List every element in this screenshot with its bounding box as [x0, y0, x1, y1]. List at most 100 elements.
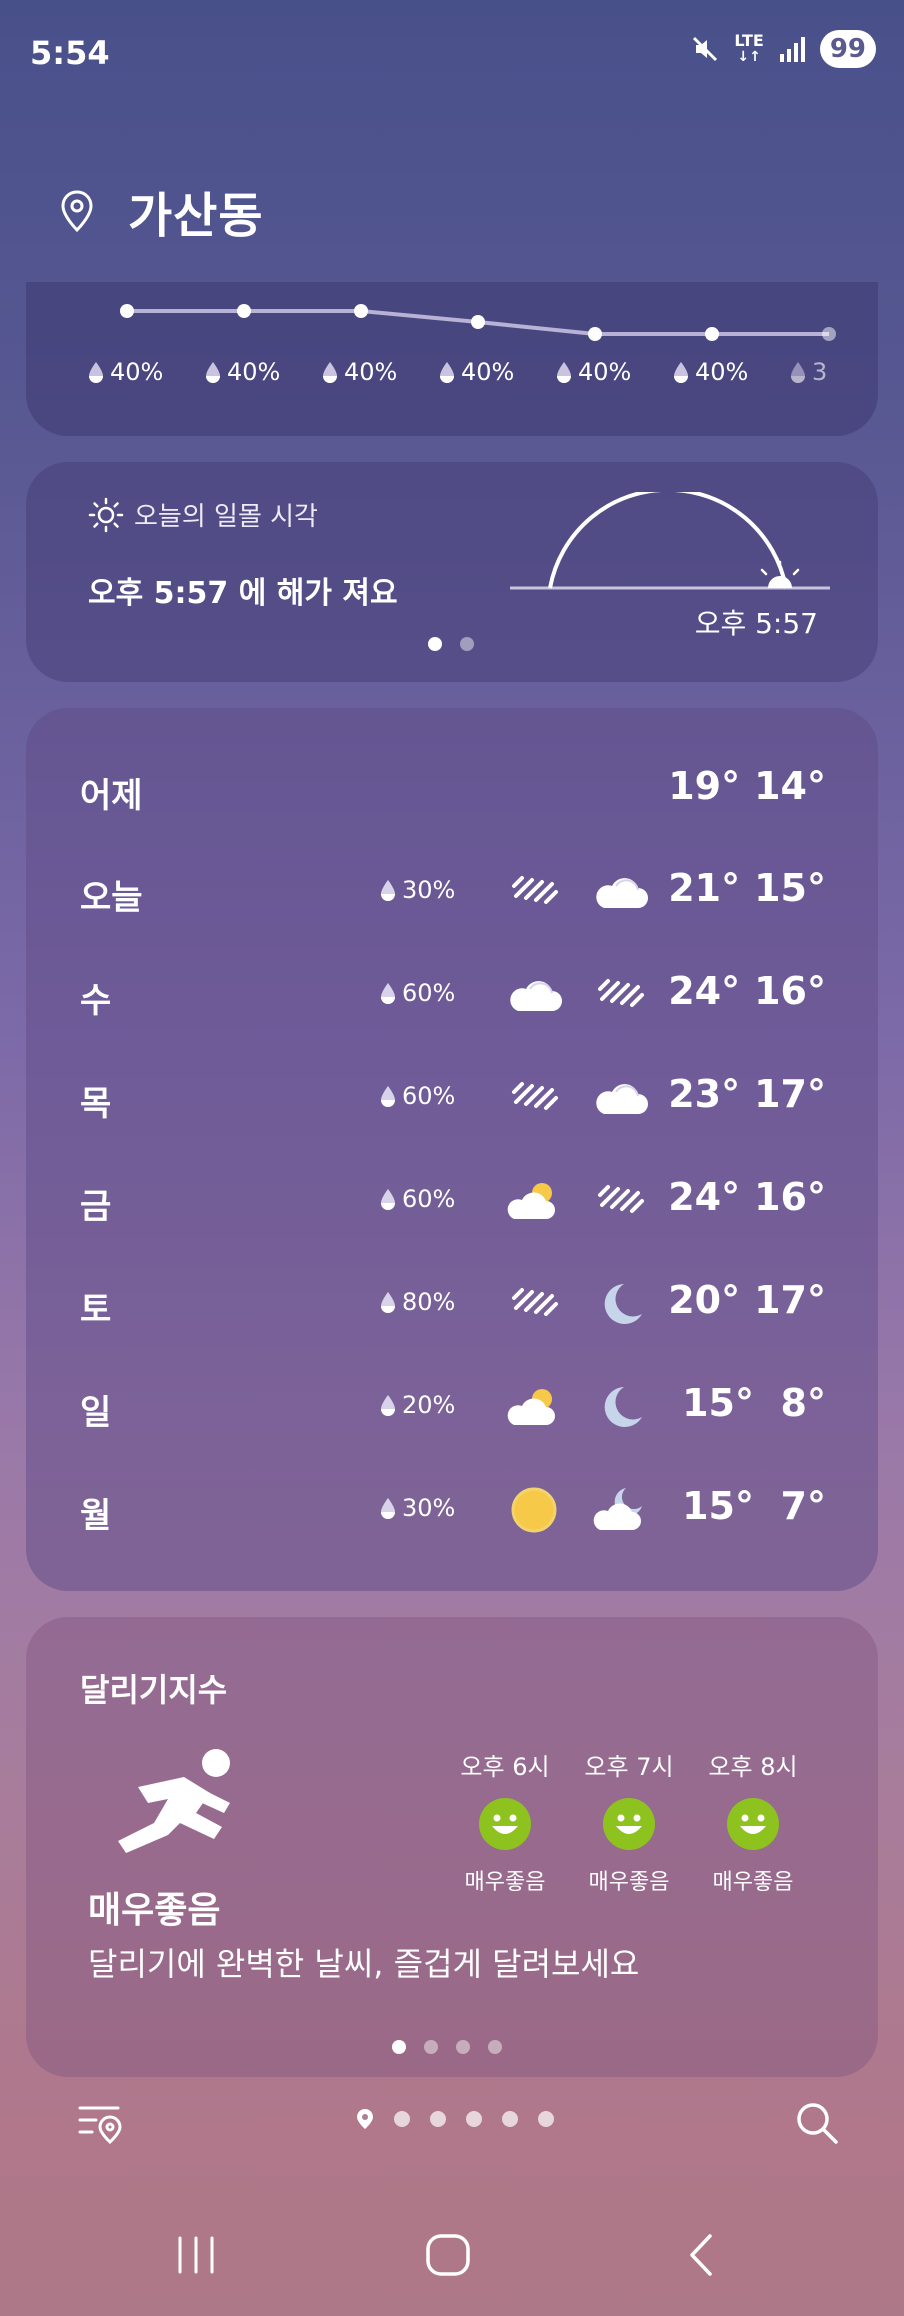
- day-temps: 24° 16°: [668, 1175, 826, 1219]
- drop-icon: [89, 362, 103, 383]
- day-temps: 20° 17°: [668, 1278, 826, 1322]
- drop-icon: [381, 1395, 395, 1416]
- page-dot[interactable]: [466, 2111, 482, 2127]
- sunset-page-indicator[interactable]: [428, 637, 474, 651]
- day-temps: 15° 7°: [682, 1484, 826, 1528]
- page-dot[interactable]: [392, 2040, 406, 2054]
- drop-icon: [381, 1292, 395, 1313]
- day-name: 월: [80, 1496, 112, 1536]
- location-header[interactable]: 가산동: [60, 176, 263, 246]
- rain-icon: [506, 864, 562, 920]
- day-temps: 23° 17°: [668, 1072, 826, 1116]
- moon-icon: [592, 1276, 648, 1332]
- back-icon[interactable]: [684, 2232, 718, 2278]
- page-dot[interactable]: [460, 637, 474, 651]
- temp-high: 15°: [682, 1381, 754, 1425]
- rain-icon: [592, 967, 648, 1023]
- runner-icon: [118, 1749, 230, 1853]
- drop-icon: [557, 362, 571, 383]
- partly-cloudy-icon: [506, 1379, 562, 1435]
- day-temps: 15° 8°: [682, 1381, 826, 1425]
- running-hour-time: 오후 8시: [708, 1753, 798, 1781]
- location-name: 가산동: [128, 188, 264, 244]
- page-dot[interactable]: [428, 637, 442, 651]
- page-dot[interactable]: [538, 2111, 554, 2127]
- page-dot[interactable]: [424, 2040, 438, 2054]
- running-index-card[interactable]: 달리기지수 오후 6시 매우좋음 오후 7시 매우좋음 오후 8시 매우좋음 매…: [26, 1617, 878, 2077]
- precip-value: 40%: [695, 358, 749, 386]
- location-pin-icon: [61, 190, 93, 232]
- precip-item: 40%: [671, 358, 748, 386]
- system-nav-bar: [0, 2216, 904, 2316]
- day-row[interactable]: 금 60% 24° 16°: [26, 1161, 878, 1241]
- network-type: LTE ↓↑: [734, 31, 764, 66]
- drop-icon: [381, 1086, 395, 1107]
- search-icon[interactable]: [794, 2100, 840, 2146]
- temp-high: 21°: [668, 866, 741, 910]
- precip-item: 40%: [554, 358, 631, 386]
- home-icon[interactable]: [424, 2232, 472, 2278]
- day-row[interactable]: 수 60% 24° 16°: [26, 955, 878, 1035]
- status-bar: 5:54 LTE ↓↑ 99: [0, 0, 904, 110]
- precip-value: 60%: [402, 1185, 456, 1213]
- cloud-icon: [592, 864, 648, 920]
- precip-value: 30%: [402, 1494, 456, 1522]
- page-dot[interactable]: [456, 2040, 470, 2054]
- temp-low: 7°: [780, 1484, 826, 1528]
- sunset-card[interactable]: 오늘의 일몰 시각 오후 5:57 에 해가 져요 오후 5:57: [26, 462, 878, 682]
- day-precip: 60%: [378, 979, 455, 1007]
- running-hour-item: 오후 8시 매우좋음: [704, 1747, 802, 1896]
- drop-icon: [674, 362, 688, 383]
- precip-value: 40%: [344, 358, 398, 386]
- rain-icon: [506, 1276, 562, 1332]
- day-name: 토: [80, 1290, 112, 1330]
- running-hour-label: 매우좋음: [712, 1870, 794, 1895]
- page-dot[interactable]: [394, 2111, 410, 2127]
- drop-icon: [206, 362, 220, 383]
- day-row[interactable]: 목 60% 23° 17°: [26, 1058, 878, 1138]
- sun-arc-graphic: [510, 492, 830, 590]
- sunset-title: 오늘의 일몰 시각: [88, 496, 318, 533]
- precip-value: 60%: [402, 1082, 456, 1110]
- day-row[interactable]: 오늘 30% 21° 15°: [26, 852, 878, 932]
- sunset-time: 오후 5:57: [694, 607, 818, 640]
- network-label: LTE: [734, 31, 764, 50]
- day-row[interactable]: 월 30% 15° 7°: [26, 1470, 878, 1550]
- location-page-indicator[interactable]: [356, 2108, 554, 2130]
- page-dot[interactable]: [430, 2111, 446, 2127]
- weekly-forecast-card[interactable]: 어제 19° 14° 오늘 30% 21° 15° 수 60% 24° 16° 목 60% 23° 1…: [26, 708, 878, 1591]
- running-title: 달리기지수: [80, 1671, 228, 1709]
- running-page-indicator[interactable]: [392, 2040, 502, 2054]
- page-dot[interactable]: [488, 2040, 502, 2054]
- running-level: 매우좋음: [88, 1890, 221, 1931]
- manage-locations-icon[interactable]: [78, 2102, 124, 2146]
- bottom-toolbar: [0, 2080, 904, 2150]
- hourly-precip-card[interactable]: 40% 40% 40% 40% 40% 40% 3: [26, 282, 878, 436]
- status-icons: LTE ↓↑ 99: [690, 30, 876, 68]
- precip-value: 40%: [461, 358, 515, 386]
- temp-low: 8°: [780, 1381, 826, 1425]
- day-name: 금: [80, 1187, 112, 1227]
- day-precip: 60%: [378, 1185, 455, 1213]
- precip-value: 20%: [402, 1391, 456, 1419]
- precip-item: 3: [788, 358, 827, 386]
- running-hour-time: 오후 7시: [584, 1753, 674, 1781]
- recent-apps-icon[interactable]: [174, 2234, 218, 2276]
- sun-outline-icon: [88, 497, 124, 532]
- day-row[interactable]: 토 80% 20° 17°: [26, 1264, 878, 1344]
- temp-low: 17°: [754, 1278, 826, 1322]
- day-row[interactable]: 일 20% 15° 8°: [26, 1367, 878, 1447]
- temp-low: 17°: [754, 1072, 826, 1116]
- partly-cloudy-icon: [506, 1173, 562, 1229]
- day-name: 목: [80, 1084, 112, 1124]
- rain-icon: [592, 1173, 648, 1229]
- mute-icon: [693, 36, 718, 62]
- sunset-message: 오후 5:57 에 해가 져요: [88, 576, 398, 611]
- rain-icon: [506, 1070, 562, 1126]
- drop-icon: [381, 1498, 395, 1519]
- current-location-pin-icon[interactable]: [356, 2108, 374, 2130]
- day-precip: 60%: [378, 1082, 455, 1110]
- smiley-icon: [603, 1798, 655, 1850]
- page-dot[interactable]: [502, 2111, 518, 2127]
- status-time: 5:54: [30, 34, 110, 72]
